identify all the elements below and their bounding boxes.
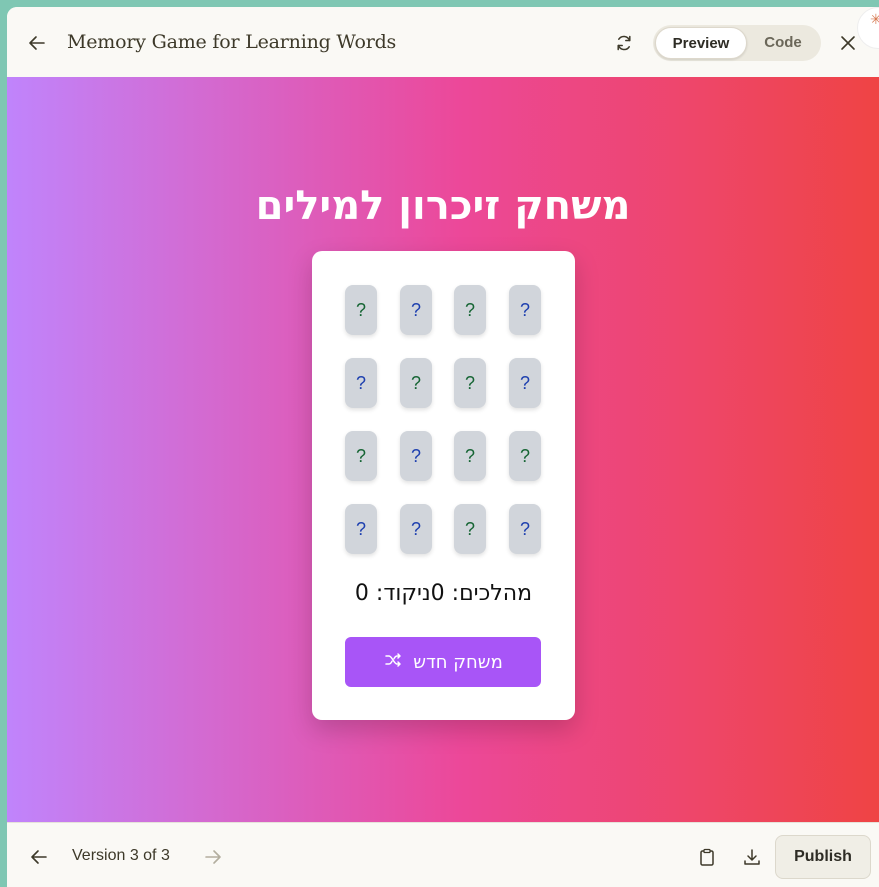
version-label: Version 3 of 3 [72,847,170,864]
refresh-icon[interactable] [612,31,636,55]
tab-code[interactable]: Code [749,27,817,59]
memory-card[interactable]: ? [454,431,486,481]
memory-card[interactable]: ? [454,285,486,335]
new-game-button[interactable]: משחק חדש [345,637,541,687]
memory-card[interactable]: ? [454,358,486,408]
artifact-window: Memory Game for Learning Words Preview C… [7,7,879,887]
publish-button[interactable]: Publish [775,835,871,879]
tab-preview[interactable]: Preview [655,27,747,59]
artifact-title: Memory Game for Learning Words [67,31,397,53]
close-icon[interactable] [836,31,860,55]
view-toggle: Preview Code [653,25,821,61]
previous-version-arrow-icon[interactable] [27,845,51,869]
shuffle-icon [383,650,403,675]
memory-card[interactable]: ? [454,504,486,554]
game-title: משחק זיכרון למילים [255,183,631,229]
memory-card[interactable]: ? [345,358,377,408]
memory-card[interactable]: ? [400,358,432,408]
memory-card[interactable]: ? [509,358,541,408]
memory-card[interactable]: ? [400,431,432,481]
memory-card[interactable]: ? [509,285,541,335]
memory-card[interactable]: ? [345,431,377,481]
new-game-label: משחק חדש [413,651,503,673]
game-stats: מהלכים: 0ניקוד: 0 [354,581,533,606]
clipboard-icon[interactable] [695,845,719,869]
footer-bar: Version 3 of 3 Publish [7,822,879,887]
memory-card[interactable]: ? [509,504,541,554]
download-icon[interactable] [740,845,764,869]
game-panel: ???????????????? מהלכים: 0ניקוד: 0 משחק … [312,251,575,720]
memory-card[interactable]: ? [400,285,432,335]
memory-card[interactable]: ? [509,431,541,481]
next-version-arrow-icon[interactable] [201,845,225,869]
memory-card[interactable]: ? [345,285,377,335]
memory-card[interactable]: ? [400,504,432,554]
back-arrow-icon[interactable] [25,31,49,55]
header-bar: Memory Game for Learning Words Preview C… [7,7,879,78]
memory-card[interactable]: ? [345,504,377,554]
preview-area: משחק זיכרון למילים ???????????????? מהלכ… [7,77,879,822]
